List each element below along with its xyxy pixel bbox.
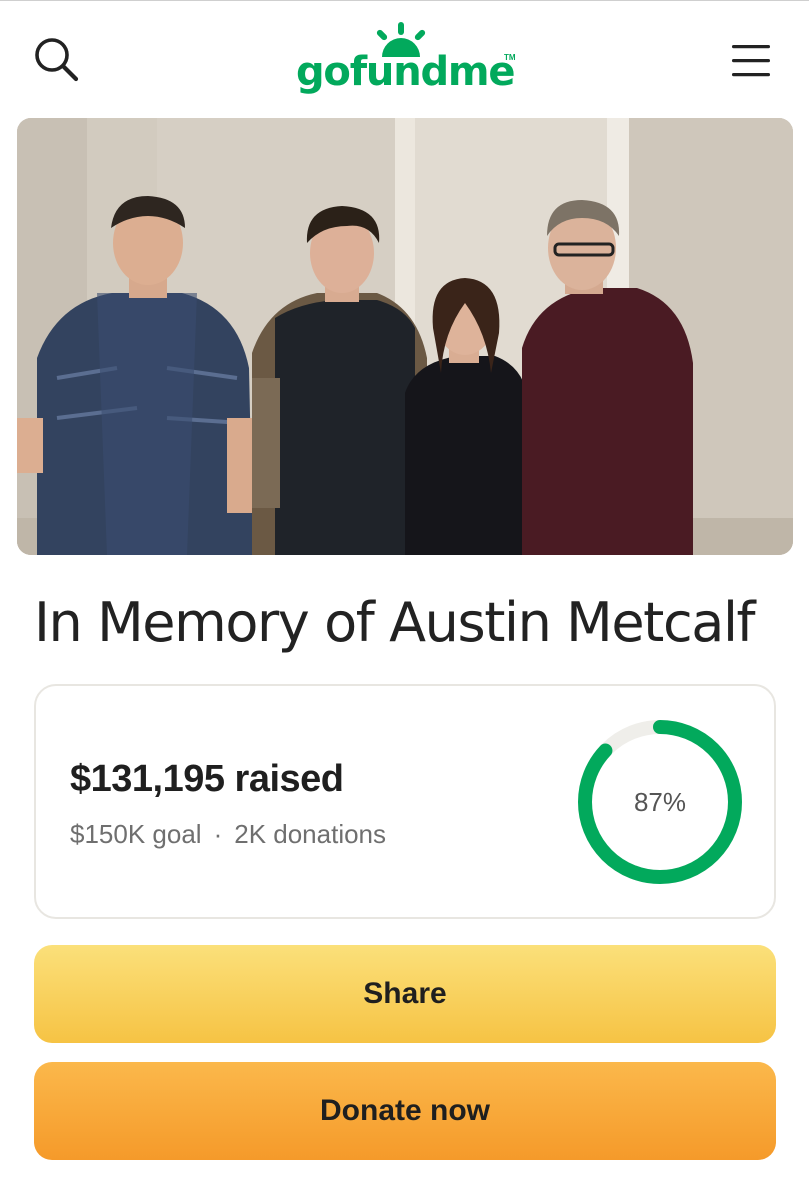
menu-button[interactable] xyxy=(722,37,780,83)
search-button[interactable] xyxy=(28,31,84,87)
logo-wordmark: gofundme xyxy=(296,49,516,95)
logo-trademark: TM xyxy=(504,53,516,62)
goal-text: $150K goal xyxy=(70,819,202,849)
hamburger-menu-icon xyxy=(732,45,770,77)
progress-percent: 87% xyxy=(633,786,687,817)
header: gofundme TM xyxy=(0,1,809,116)
page: gofundme TM In Memory of Austin Metcalf … xyxy=(0,0,809,1200)
share-button[interactable]: Share xyxy=(34,945,776,1043)
gofundme-logo[interactable]: gofundme TM xyxy=(290,19,522,101)
goal-and-donations: $150K goal · 2K donations xyxy=(70,819,386,850)
donate-now-button[interactable]: Donate now xyxy=(34,1062,776,1160)
campaign-photo xyxy=(17,118,793,555)
separator-dot: · xyxy=(213,819,223,849)
campaign-title: In Memory of Austin Metcalf xyxy=(34,591,756,654)
search-icon xyxy=(35,38,79,82)
amount-raised: $131,195 raised xyxy=(70,758,344,800)
donations-count: 2K donations xyxy=(234,819,387,849)
progress-card: $131,195 raised $150K goal · 2K donations … xyxy=(34,684,776,919)
